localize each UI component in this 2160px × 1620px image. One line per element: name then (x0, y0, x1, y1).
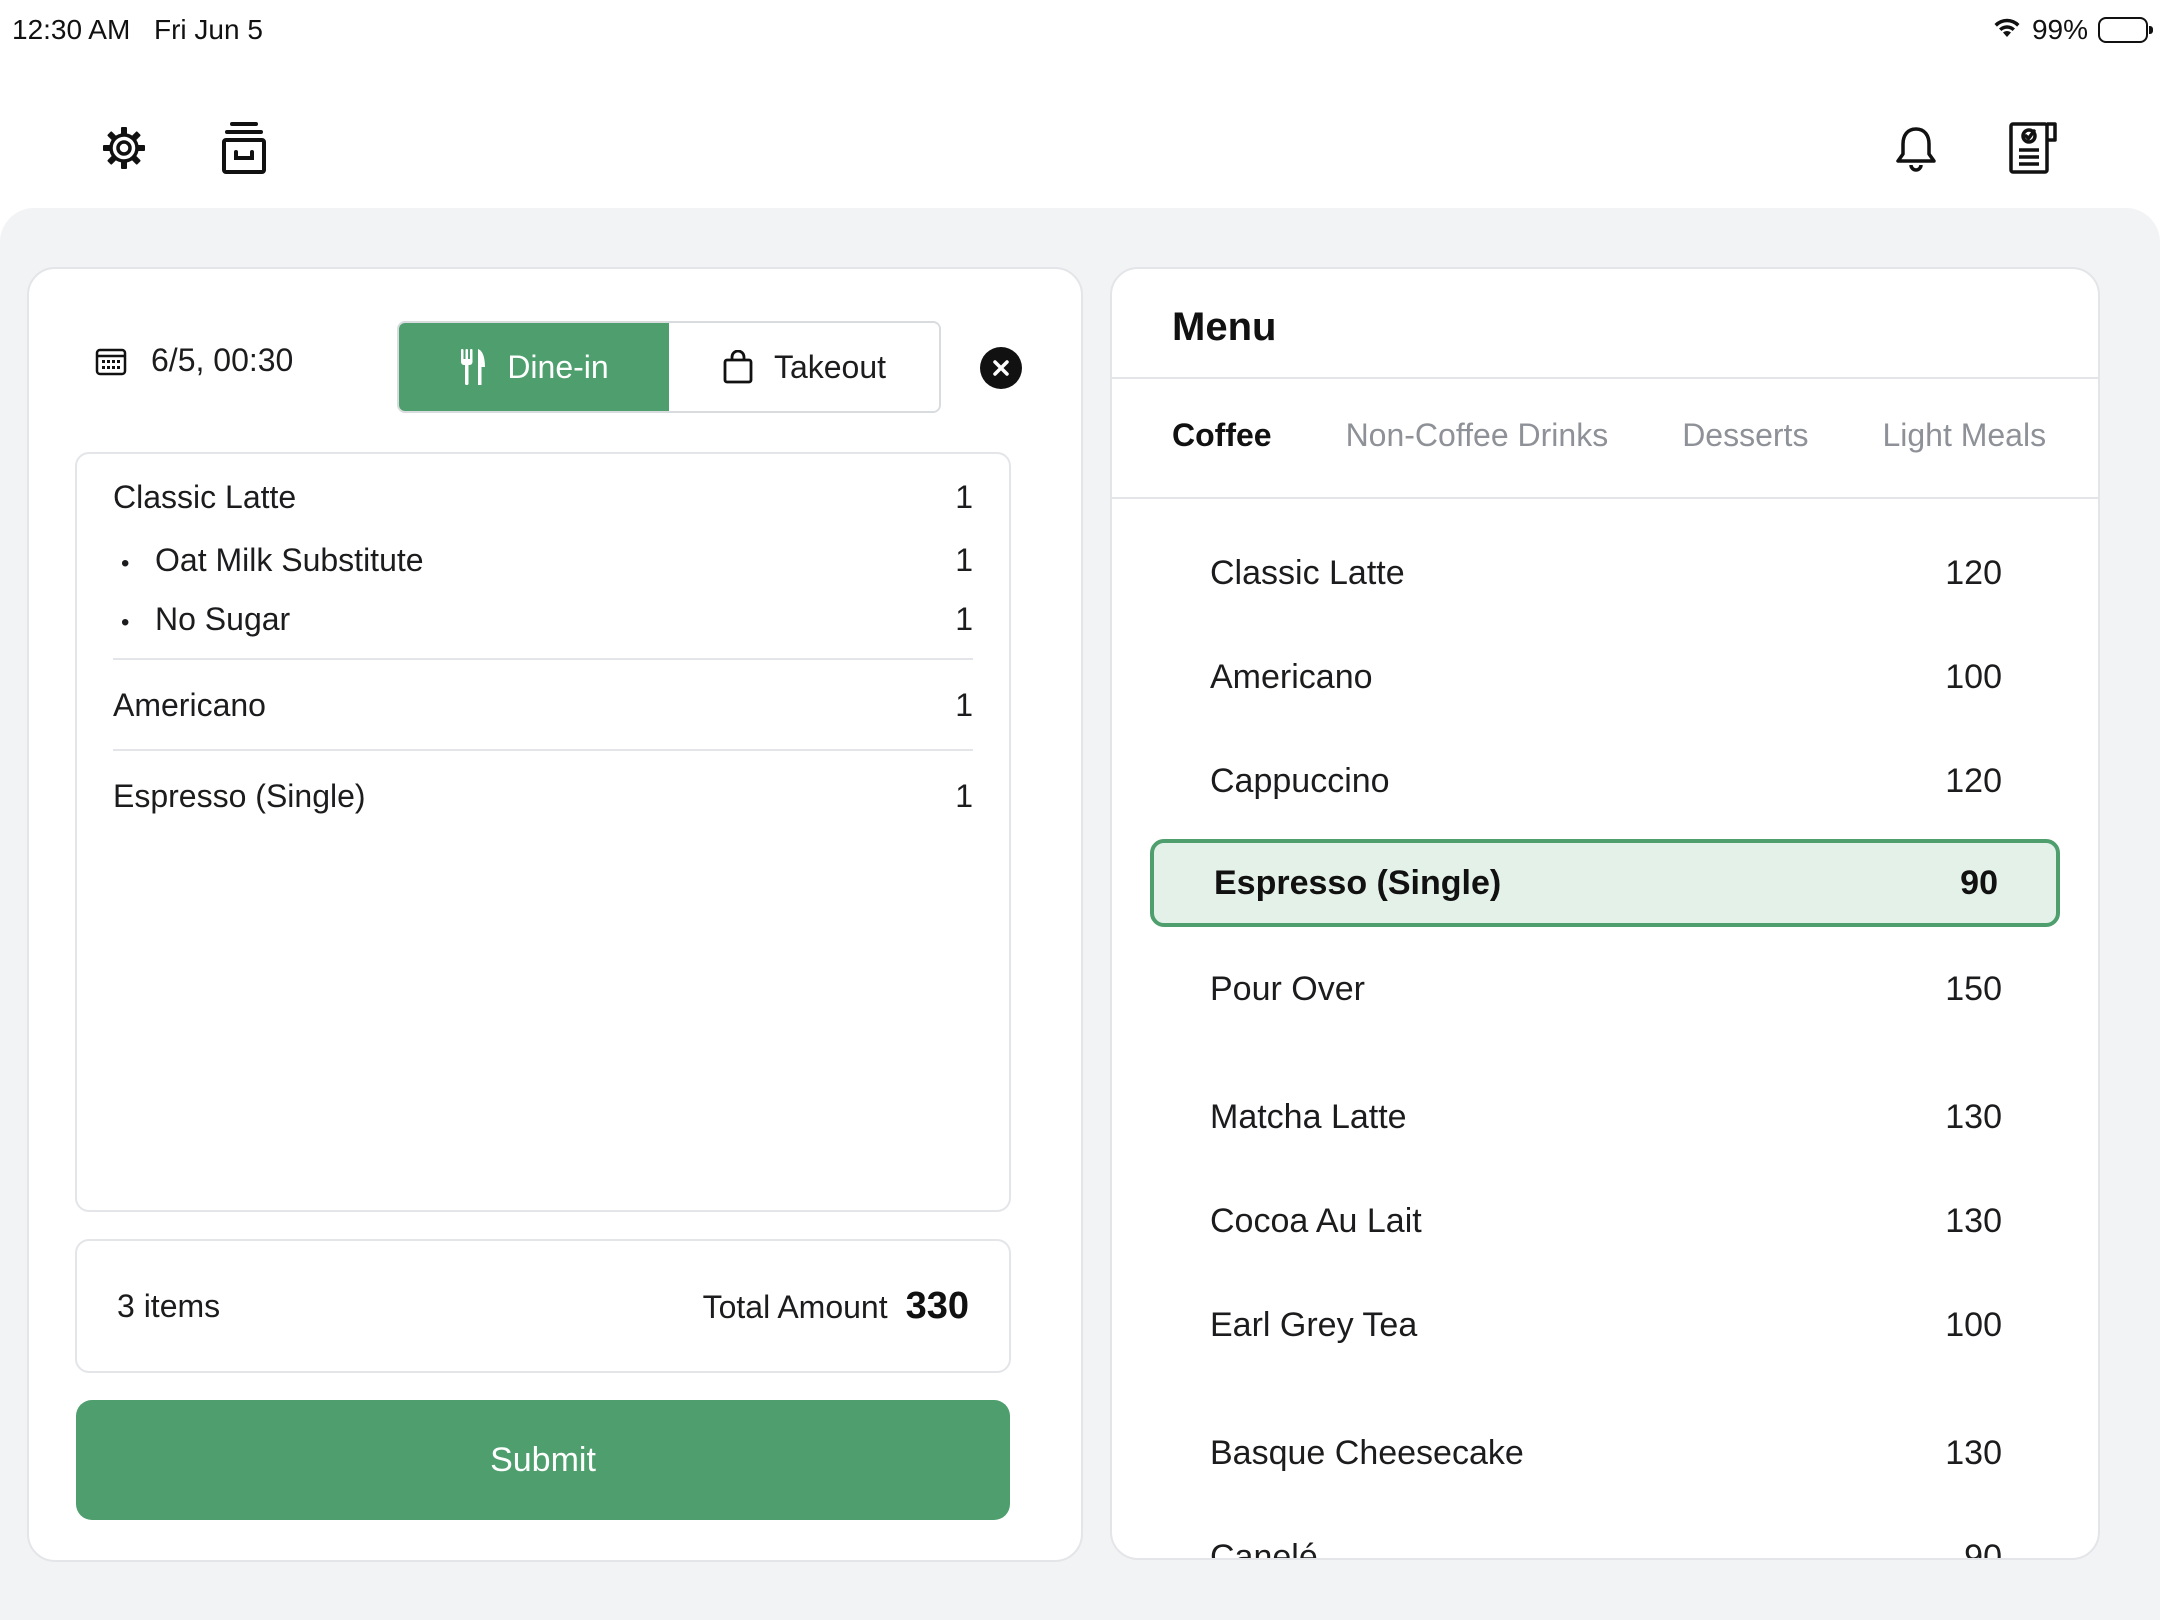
order-datetime[interactable]: 6/5, 00:30 (95, 342, 293, 379)
menu-title: Menu (1172, 305, 1277, 349)
order-item-row: Espresso (Single) 1 (113, 775, 973, 817)
menu-item-price: 90 (1964, 1537, 2002, 1560)
tab-coffee[interactable]: Coffee (1172, 417, 1272, 454)
receipt-list-icon (2009, 122, 2057, 174)
total-amount: Total Amount 330 (703, 1285, 969, 1328)
takeout-label: Takeout (773, 348, 887, 385)
menu-item[interactable]: Basque Cheesecake 130 (1150, 1409, 2060, 1497)
order-item-name: Espresso (Single) (113, 777, 366, 814)
order-item-qty: 1 (955, 478, 973, 515)
menu-item-price: 150 (1945, 969, 2002, 1008)
settings-button[interactable] (94, 118, 154, 178)
archive-box-icon (222, 122, 266, 174)
orders-button[interactable] (2004, 118, 2064, 178)
notifications-button[interactable] (1886, 118, 1946, 178)
menu-item-price: 130 (1945, 1097, 2002, 1136)
order-datetime-text: 6/5, 00:30 (151, 342, 294, 378)
menu-item-price: 100 (1945, 1305, 2002, 1344)
dine-in-label: Dine-in (507, 348, 609, 385)
fork-knife-icon (461, 349, 486, 385)
gear-icon (103, 127, 145, 169)
clear-order-button[interactable] (980, 347, 1022, 389)
status-bar: 12:30 AM Fri Jun 5 99% (0, 0, 2160, 64)
divider (1112, 497, 2098, 499)
order-item-row: Americano 1 (113, 684, 973, 726)
battery-icon (2098, 17, 2153, 43)
tab-non-coffee-drinks[interactable]: Non-Coffee Drinks (1346, 417, 1609, 454)
order-item[interactable]: Espresso (Single) 1 (113, 751, 973, 840)
order-option-qty: 1 (955, 541, 973, 578)
total-label: Total Amount (702, 1288, 888, 1325)
menu-item-price: 120 (1945, 553, 2002, 592)
menu-item-name: Cappuccino (1210, 761, 1390, 800)
menu-item-price: 120 (1945, 761, 2002, 800)
order-item-row: Classic Latte 1 (113, 476, 973, 518)
dine-in-button[interactable]: Dine-in (399, 323, 669, 411)
menu-panel: Menu Coffee Non-Coffee Drinks Desserts L… (1110, 267, 2100, 1560)
calendar-icon (95, 348, 127, 375)
menu-item[interactable]: Classic Latte 120 (1150, 529, 2060, 617)
bullet-icon: • (121, 549, 130, 577)
item-count: 3 items (117, 1287, 221, 1324)
order-items-list: Classic Latte 1 • Oat Milk Substitute 1 •… (75, 452, 1011, 1212)
order-item-option: • Oat Milk Substitute 1 (113, 539, 973, 581)
menu-item-name: Earl Grey Tea (1210, 1305, 1418, 1344)
menu-item-name: Basque Cheesecake (1210, 1433, 1524, 1472)
order-item[interactable]: Americano 1 (113, 660, 973, 751)
menu-category-tabs: Coffee Non-Coffee Drinks Desserts Light … (1172, 417, 2046, 454)
menu-item-price: 90 (1960, 863, 1998, 902)
menu-item-name: Cocoa Au Lait (1210, 1201, 1422, 1240)
order-item[interactable]: Classic Latte 1 • Oat Milk Substitute 1 •… (113, 454, 973, 660)
takeout-button[interactable]: Takeout (669, 323, 939, 411)
menu-item-price: 100 (1945, 657, 2002, 696)
status-time: 12:30 AM (12, 14, 131, 45)
order-option-qty: 1 (955, 600, 973, 637)
order-item-name: Americano (113, 686, 266, 723)
menu-item-name: Pour Over (1210, 969, 1365, 1008)
menu-item[interactable]: Pour Over 150 (1150, 945, 2060, 1033)
menu-item-name: Espresso (Single) (1214, 863, 1502, 902)
battery-percent: 99% (2031, 14, 2088, 45)
tab-light-meals[interactable]: Light Meals (1882, 417, 2046, 454)
order-type-selector: Dine-in Takeout (397, 321, 941, 413)
wifi-icon (1992, 14, 2022, 46)
menu-item-name: Matcha Latte (1210, 1097, 1407, 1136)
menu-item[interactable]: Americano 100 (1150, 633, 2060, 721)
total-value: 330 (905, 1284, 969, 1327)
menu-item-name: Canelé (1210, 1537, 1318, 1560)
order-summary: 3 items Total Amount 330 (75, 1239, 1011, 1373)
menu-item-price: 130 (1945, 1433, 2002, 1472)
order-item-qty: 1 (955, 686, 973, 723)
menu-item-name: Americano (1210, 657, 1373, 696)
divider (1112, 377, 2098, 379)
order-option-name: Oat Milk Substitute (155, 541, 424, 578)
menu-item-selected[interactable]: Espresso (Single) 90 (1150, 839, 2060, 927)
order-item-option: • No Sugar 1 (113, 598, 973, 640)
order-option-name: No Sugar (155, 600, 291, 637)
menu-item[interactable]: Cappuccino 120 (1150, 737, 2060, 825)
menu-item-price: 130 (1945, 1201, 2002, 1240)
status-right: 99% (1992, 14, 2153, 46)
bell-icon (1896, 127, 1936, 172)
tab-desserts[interactable]: Desserts (1682, 417, 1808, 454)
menu-item[interactable]: Earl Grey Tea 100 (1150, 1281, 2060, 1369)
order-panel: 6/5, 00:30 Dine-in Takeout Classic Latte… (27, 267, 1083, 1562)
menu-item[interactable]: Matcha Latte 130 (1150, 1073, 2060, 1161)
close-icon (993, 360, 1009, 376)
submit-button[interactable]: Submit (76, 1400, 1010, 1520)
order-item-name: Classic Latte (113, 478, 297, 515)
bullet-icon: • (121, 608, 130, 636)
order-item-qty: 1 (955, 777, 973, 814)
menu-item[interactable]: Canelé 90 (1150, 1513, 2060, 1560)
menu-item-name: Classic Latte (1210, 553, 1405, 592)
shopping-bag-icon (723, 350, 753, 384)
status-date: Fri Jun 5 (154, 14, 263, 45)
menu-item[interactable]: Cocoa Au Lait 130 (1150, 1177, 2060, 1265)
archive-button[interactable] (214, 118, 274, 178)
